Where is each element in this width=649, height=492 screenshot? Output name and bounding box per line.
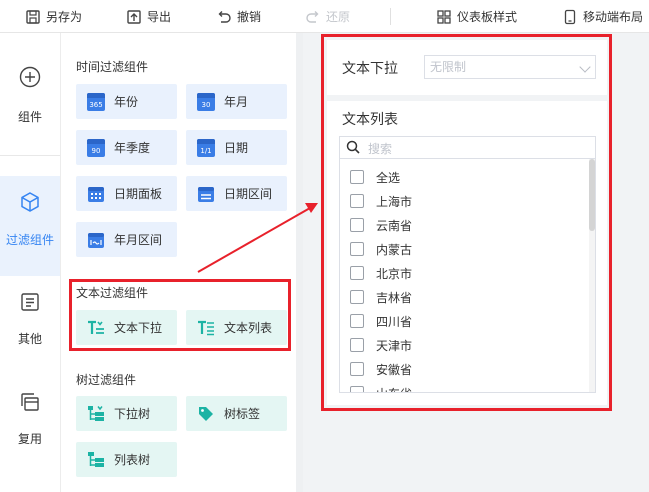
card-label: 树标签 [224,407,261,421]
card-label: 日期 [224,141,249,155]
redo-label: 还原 [326,10,351,24]
filter-card-year[interactable]: 365 年份 [76,84,177,119]
dashboard-style-label: 仪表板样式 [457,10,518,24]
card-label: 下拉树 [114,407,151,421]
plus-circle-icon [18,65,42,89]
card-label: 日期面板 [114,187,163,201]
mobile-layout-button[interactable]: 移动端布局 [562,0,643,33]
nav-divider [0,155,60,156]
toolbar-divider [390,8,391,25]
filter-card-dropdown-tree[interactable]: 下拉树 [76,396,177,431]
tree-list-icon [87,451,105,469]
filter-card-date[interactable]: 1/1 日期 [186,130,287,165]
save-as-label: 另存为 [46,10,83,24]
calendar-month-range-icon [87,231,105,249]
save-icon [25,9,41,25]
export-button[interactable]: 导出 [126,0,171,33]
tree-dropdown-icon [87,405,105,423]
layers-icon [18,390,42,414]
nav-label-reuse: 复用 [17,432,42,446]
top-toolbar: 另存为 导出 撤销 还原 仪表板样式 移动端布局 [0,0,649,33]
annotation-box-preview [321,34,612,411]
nav-label-other: 其他 [17,332,42,346]
redo-icon [305,9,321,25]
panel-scrollbar[interactable] [296,33,303,492]
time-section-title: 时间过滤组件 [76,60,149,74]
card-label: 年月 [224,95,249,109]
export-icon [126,9,142,25]
calendar-icon: 90 [87,138,105,157]
nav-item-filter-components[interactable]: 过滤组件 [0,176,60,276]
nav-item-reuse[interactable]: 复用 [0,376,60,476]
nav-item-other[interactable]: 其他 [0,276,60,376]
filter-card-date-range[interactable]: 日期区间 [186,176,287,211]
card-label: 列表树 [114,453,151,467]
document-icon [18,290,42,314]
filter-card-date-panel[interactable]: 日期面板 [76,176,177,211]
mobile-layout-label: 移动端布局 [583,10,644,24]
export-label: 导出 [147,10,172,24]
card-label: 日期区间 [224,187,273,201]
mobile-icon [562,9,578,25]
filter-card-tree-tag[interactable]: 树标签 [186,396,287,431]
filter-card-year-month[interactable]: 30 年月 [186,84,287,119]
undo-icon [216,9,232,25]
cube-icon [18,190,42,214]
card-label: 年月区间 [114,233,163,247]
calendar-icon: 1/1 [197,138,215,157]
filter-card-year-month-range[interactable]: 年月区间 [76,222,177,257]
nav-item-components[interactable]: 组件 [0,33,60,133]
card-label: 年份 [114,95,139,109]
grid-icon [436,9,452,25]
nav-label-components: 组件 [17,110,42,124]
component-panel: 时间过滤组件 365 年份 30 年月 90 年季度 1/1 日期 日期面板 日… [61,33,296,492]
calendar-icon: 365 [87,92,105,111]
dashboard-style-button[interactable]: 仪表板样式 [436,0,517,33]
save-as-button[interactable]: 另存为 [25,0,82,33]
redo-button[interactable]: 还原 [305,0,350,33]
nav-label-filter-components: 过滤组件 [5,233,54,247]
annotation-box-text-filters [69,279,291,351]
tag-icon [197,405,215,423]
filter-card-list-tree[interactable]: 列表树 [76,442,177,477]
calendar-icon: 30 [197,92,215,111]
tree-section-title: 树过滤组件 [76,373,137,387]
undo-label: 撤销 [237,10,262,24]
filter-card-year-quarter[interactable]: 90 年季度 [76,130,177,165]
left-nav: 组件 过滤组件 其他 复用 [0,33,61,492]
calendar-grid-icon [87,185,105,203]
card-label: 年季度 [114,141,151,155]
undo-button[interactable]: 撤销 [216,0,261,33]
calendar-range-icon [197,185,215,203]
